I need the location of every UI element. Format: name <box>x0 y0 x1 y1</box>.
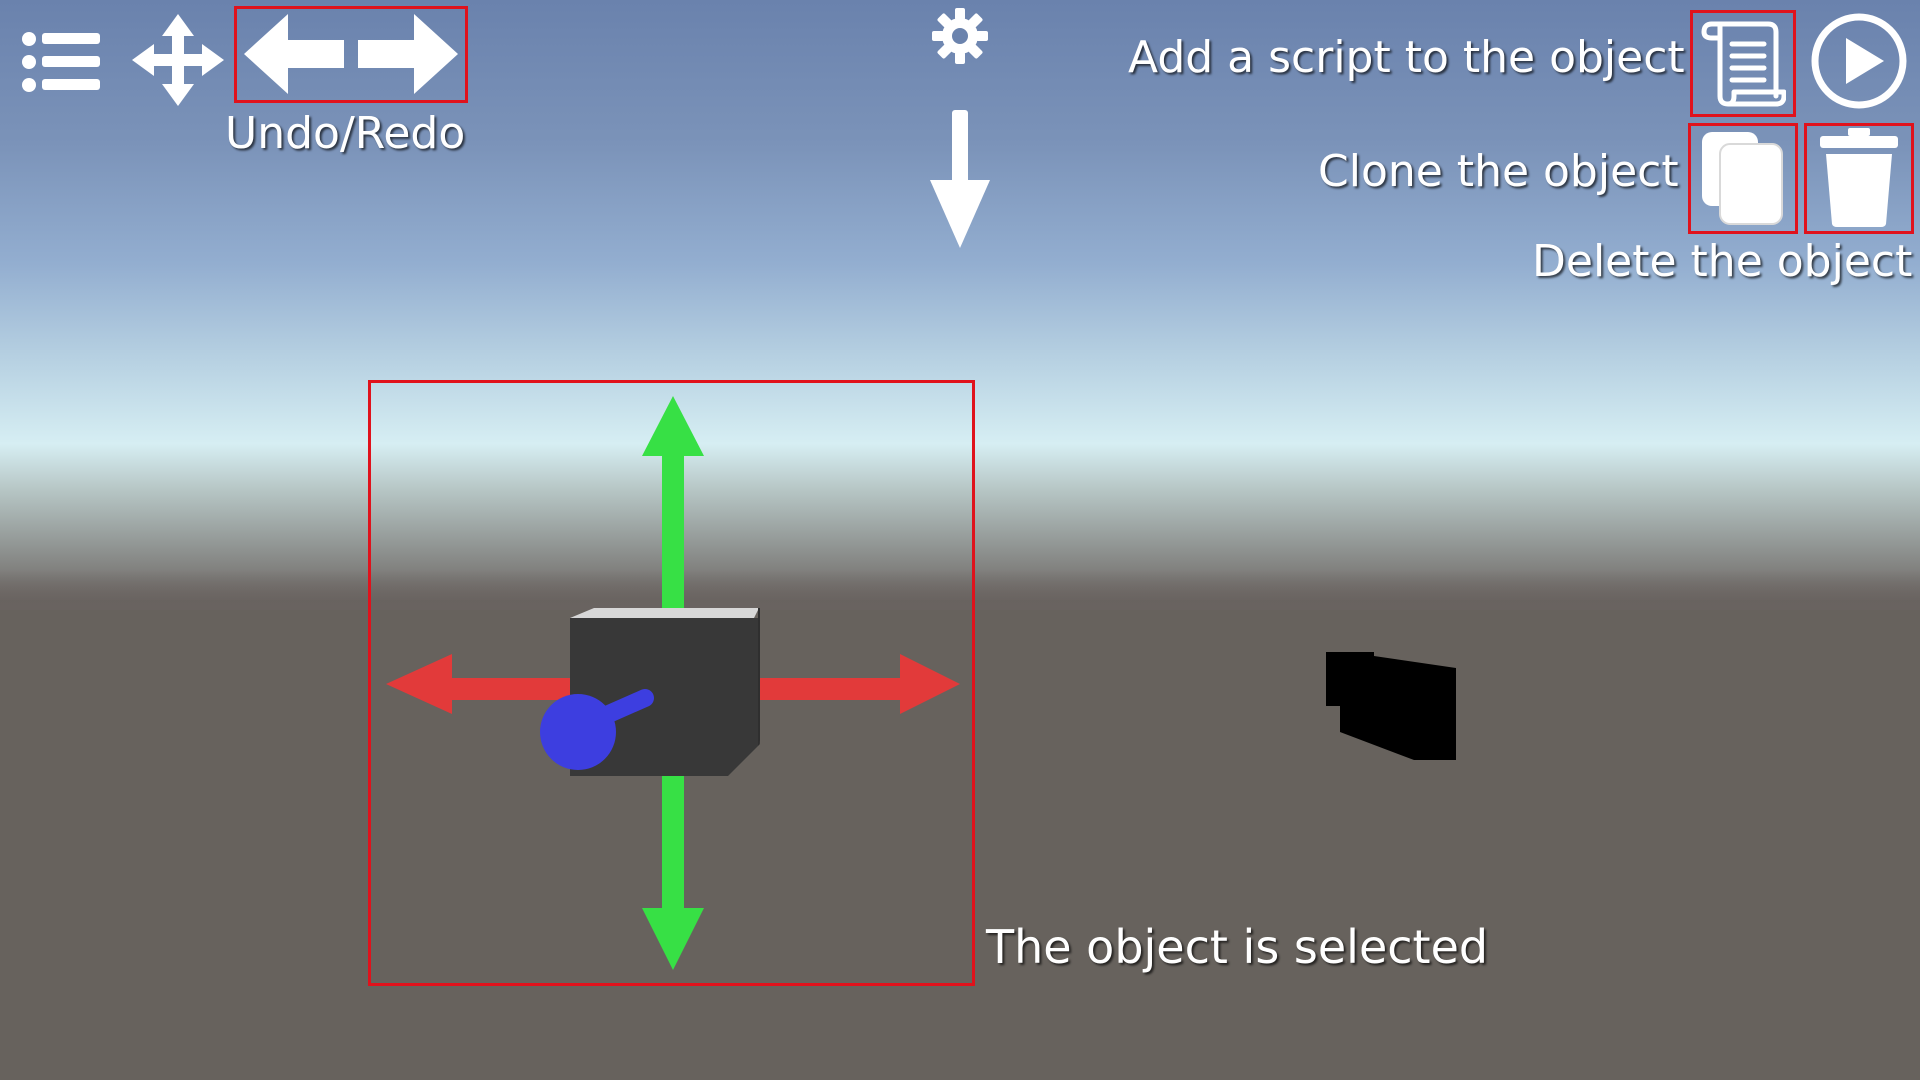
script-scroll-icon <box>1701 21 1787 107</box>
clone-button[interactable] <box>1700 130 1786 226</box>
menu-button[interactable] <box>20 28 102 96</box>
distant-object[interactable] <box>1322 648 1462 768</box>
clone-label: Clone the object <box>1318 146 1679 197</box>
arrow-left-icon <box>244 14 344 94</box>
gizmo-y-arrow-down[interactable] <box>642 908 704 970</box>
gizmo-x-arrow-right[interactable] <box>900 654 960 714</box>
gizmo-y-axis-up[interactable] <box>662 454 684 616</box>
undo-button[interactable] <box>244 14 344 94</box>
gizmo-x-arrow-left[interactable] <box>386 654 452 714</box>
undo-redo-label: Undo/Redo <box>225 108 466 159</box>
drop-object-button[interactable] <box>930 110 990 248</box>
transform-gizmo[interactable] <box>372 384 972 984</box>
redo-button[interactable] <box>358 14 458 94</box>
gizmo-y-arrow-up[interactable] <box>642 396 704 456</box>
settings-button[interactable] <box>932 8 988 64</box>
add-script-label: Add a script to the object <box>1128 32 1685 83</box>
selection-status-label: The object is selected <box>986 920 1489 974</box>
gizmo-z-handle[interactable] <box>540 694 616 770</box>
gizmo-y-axis-down[interactable] <box>662 772 684 922</box>
list-menu-icon <box>22 32 100 92</box>
play-button[interactable] <box>1810 12 1908 110</box>
delete-label: Delete the object <box>1532 236 1913 287</box>
delete-button[interactable] <box>1818 128 1900 228</box>
play-icon <box>1811 13 1907 109</box>
arrow-down-icon <box>930 110 990 248</box>
gizmo-x-axis-right[interactable] <box>748 678 908 700</box>
add-script-button[interactable] <box>1700 16 1787 108</box>
gear-icon <box>932 8 988 64</box>
arrow-right-icon <box>358 14 458 94</box>
move-tool-button[interactable] <box>132 14 224 106</box>
move-arrows-icon <box>132 14 224 106</box>
trash-icon <box>1820 128 1898 227</box>
copy-icon <box>1702 132 1783 225</box>
